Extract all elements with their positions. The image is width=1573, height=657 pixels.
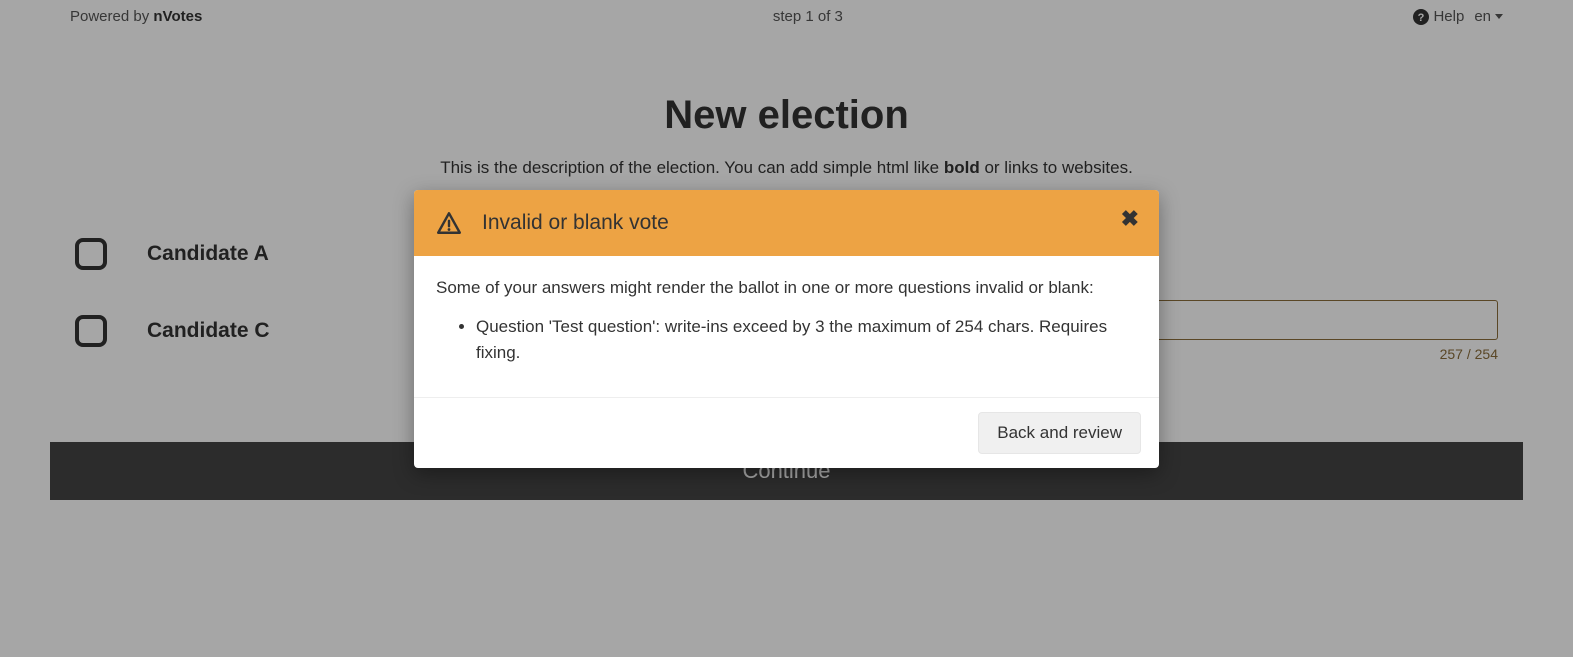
modal-header: Invalid or blank vote ✖	[414, 190, 1159, 256]
modal-title: Invalid or blank vote	[482, 211, 669, 235]
warning-icon	[436, 210, 462, 236]
modal-error-item: Question 'Test question': write-ins exce…	[476, 314, 1137, 365]
close-button[interactable]: ✖	[1121, 208, 1139, 230]
back-and-review-button[interactable]: Back and review	[978, 412, 1141, 454]
modal-intro: Some of your answers might render the ba…	[436, 278, 1137, 298]
modal-overlay[interactable]: Invalid or blank vote ✖ Some of your ans…	[0, 0, 1573, 657]
modal-body: Some of your answers might render the ba…	[414, 256, 1159, 398]
modal-error-list: Question 'Test question': write-ins exce…	[476, 314, 1137, 365]
modal: Invalid or blank vote ✖ Some of your ans…	[414, 190, 1159, 468]
close-icon: ✖	[1121, 206, 1139, 231]
modal-footer: Back and review	[414, 398, 1159, 468]
